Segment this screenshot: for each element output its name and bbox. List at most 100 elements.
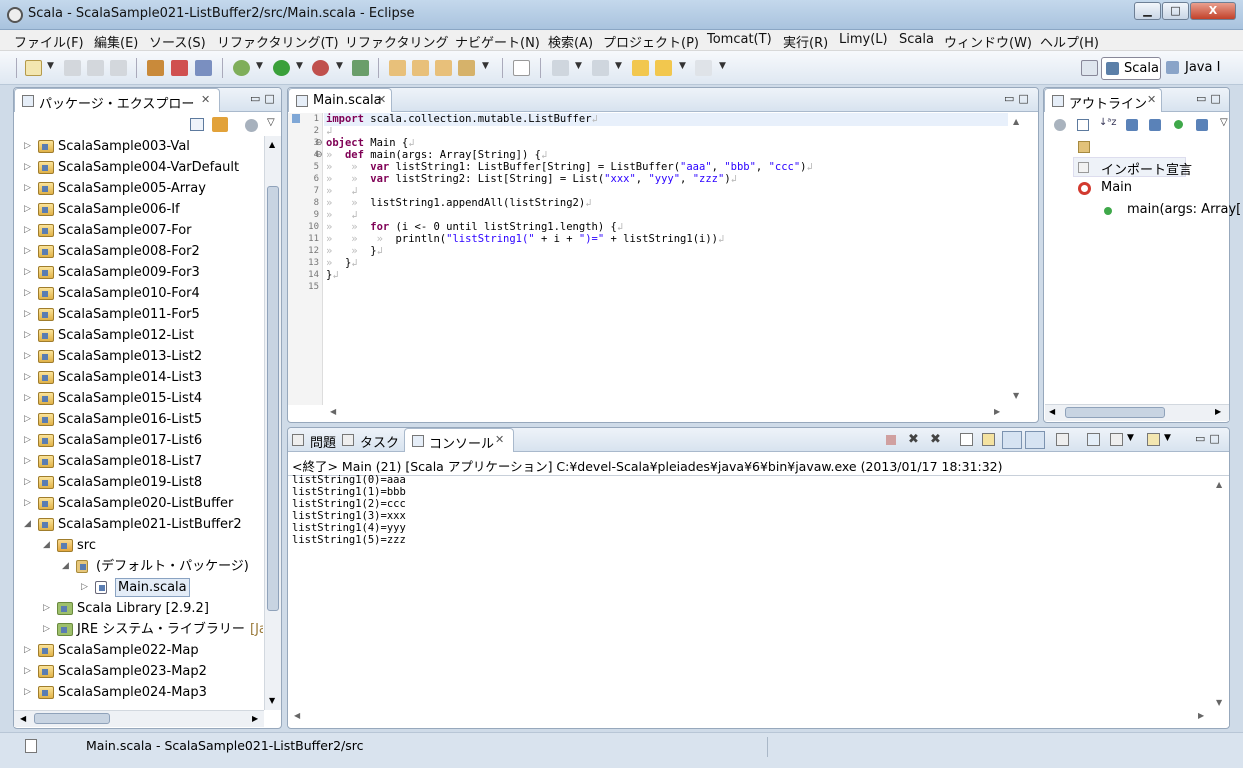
scroll-left-icon[interactable]: ◀	[294, 711, 300, 720]
print-icon[interactable]	[110, 60, 127, 76]
tree-item-project[interactable]: ▷ ScalaSample023-Map2	[14, 661, 263, 682]
show-stderr-icon[interactable]	[1025, 431, 1045, 449]
scroll-right-icon[interactable]: ▶	[1198, 711, 1204, 720]
menu-refactor-2[interactable]: リファクタリング	[345, 32, 448, 51]
pin-console-icon[interactable]	[1056, 433, 1069, 446]
tree-item-project[interactable]: ▷ ScalaSample024-Map3	[14, 682, 263, 703]
expand-icon[interactable]: ▷	[24, 472, 31, 493]
fold-icon[interactable]: ⊖	[315, 150, 323, 160]
collapse-icon[interactable]: ◢	[24, 514, 31, 535]
minimize-maximize-icon[interactable]: ▭□	[1196, 92, 1225, 105]
link-editor-icon[interactable]	[212, 117, 228, 132]
explorer-hscroll-thumb[interactable]	[34, 713, 110, 724]
expand-icon[interactable]: ▷	[24, 262, 31, 283]
scroll-down-icon[interactable]: ▼	[1013, 391, 1019, 400]
tree-item-project[interactable]: ▷ ScalaSample017-List6	[14, 430, 263, 451]
tree-item-project[interactable]: ▷ ScalaSample007-For	[14, 220, 263, 241]
tree-item-project[interactable]: ▷ ScalaSample019-List8	[14, 472, 263, 493]
chevron-down-icon[interactable]: ▼	[482, 61, 489, 71]
open-console-icon[interactable]	[1110, 433, 1123, 446]
chevron-down-icon[interactable]: ▼	[256, 61, 263, 71]
menu-refactor[interactable]: リファクタリング(T)	[217, 32, 339, 51]
menu-edit[interactable]: 編集(E)	[94, 32, 138, 51]
scroll-down-icon[interactable]: ▼	[269, 696, 275, 705]
expand-icon[interactable]: ▷	[24, 346, 31, 367]
javadoc-icon[interactable]	[513, 60, 530, 76]
hide-static-icon[interactable]	[1149, 119, 1161, 131]
scroll-right-icon[interactable]: ▶	[994, 407, 1000, 416]
scroll-lock-icon[interactable]	[982, 433, 995, 446]
minimize-maximize-icon[interactable]: ▭□	[1004, 92, 1033, 105]
expand-icon[interactable]: ▷	[24, 220, 31, 241]
menu-scala[interactable]: Scala	[899, 32, 934, 47]
explorer-horizontal-scrollbar[interactable]: ◀ ▶	[14, 710, 264, 727]
minimize-button[interactable]: ▁	[1134, 2, 1161, 20]
sort-icon[interactable]: ↓ᵃz	[1099, 117, 1117, 128]
fold-icon[interactable]: ⊖	[315, 138, 323, 148]
expand-icon[interactable]: ▷	[24, 178, 31, 199]
terminate-icon[interactable]	[886, 435, 896, 445]
menu-project[interactable]: プロジェクト(P)	[603, 32, 699, 51]
console-vertical-scrollbar[interactable]: ▲ ▼	[1212, 476, 1229, 726]
open-type-icon[interactable]	[389, 60, 406, 76]
tab-outline[interactable]: アウトライン ✕	[1044, 88, 1162, 112]
expand-icon[interactable]: ▷	[24, 367, 31, 388]
perspective-scala[interactable]: Scala	[1101, 57, 1161, 80]
tree-item-project[interactable]: ▷ ScalaSample010-For4	[14, 283, 263, 304]
show-stdout-icon[interactable]	[1002, 431, 1022, 449]
minimize-maximize-icon[interactable]: ▭□	[1195, 432, 1224, 445]
explorer-vertical-scrollbar[interactable]: ▲ ▼	[264, 136, 281, 710]
editor-horizontal-scrollbar[interactable]: ◀ ▶	[324, 405, 1008, 422]
chevron-down-icon[interactable]: ▼	[1164, 433, 1171, 443]
outline-hscroll-thumb[interactable]	[1065, 407, 1165, 418]
display-console-icon[interactable]	[1087, 433, 1100, 446]
tree-item-project[interactable]: ◢ ScalaSample021-ListBuffer2	[14, 514, 263, 535]
chevron-down-icon[interactable]: ▼	[1127, 433, 1134, 443]
last-edit-icon[interactable]	[632, 60, 649, 76]
chevron-down-icon[interactable]: ▼	[575, 61, 582, 71]
clear-console-icon[interactable]	[960, 433, 973, 446]
collapse-all-icon[interactable]	[1077, 119, 1089, 131]
tab-main-scala[interactable]: Main.scala ✕	[288, 88, 392, 112]
external-tools-icon[interactable]	[312, 60, 329, 76]
expand-icon[interactable]: ▷	[24, 157, 31, 178]
outline-horizontal-scrollbar[interactable]: ◀ ▶	[1045, 404, 1229, 421]
tree-item-project[interactable]: ▷ ScalaSample016-List5	[14, 409, 263, 430]
tree-item-src[interactable]: ◢ src	[14, 535, 263, 556]
expand-icon[interactable]: ▷	[24, 682, 31, 703]
tree-item-scala-library[interactable]: ▷ Scala Library [2.9.2]	[14, 598, 263, 619]
tree-item-main-scala[interactable]: ▷ Main.scala	[14, 577, 263, 598]
menu-help[interactable]: ヘルプ(H)	[1040, 32, 1099, 51]
tree-item-project[interactable]: ▷ ScalaSample004-VarDefault	[14, 157, 263, 178]
tree-item-project[interactable]: ▷ ScalaSample005-Array	[14, 178, 263, 199]
outline-item-imports[interactable]: インポート宣言	[1073, 157, 1192, 178]
close-button[interactable]: X	[1190, 2, 1236, 20]
chevron-down-icon[interactable]: ▼	[296, 61, 303, 71]
scroll-up-icon[interactable]: ▲	[1216, 480, 1222, 489]
next-annotation-icon[interactable]	[552, 60, 569, 76]
collapse-icon[interactable]: ◢	[62, 556, 69, 577]
collapse-icon[interactable]: ◢	[43, 535, 50, 556]
tree-item-project[interactable]: ▷ ScalaSample012-List	[14, 325, 263, 346]
tree-item-project[interactable]: ▷ ScalaSample020-ListBuffer	[14, 493, 263, 514]
tab-console[interactable]: コンソール ✕	[404, 428, 514, 452]
wand-icon[interactable]	[458, 60, 475, 76]
expand-icon[interactable]: ▷	[81, 577, 88, 598]
forward-icon[interactable]	[695, 60, 712, 76]
scroll-left-icon[interactable]: ◀	[20, 714, 26, 723]
hide-local-icon[interactable]	[1196, 119, 1208, 131]
chevron-down-icon[interactable]: ▼	[719, 61, 726, 71]
tree-item-project[interactable]: ▷ ScalaSample003-Val	[14, 136, 263, 157]
expand-icon[interactable]: ▷	[24, 661, 31, 682]
menu-limy[interactable]: Limy(L)	[839, 32, 888, 47]
close-icon[interactable]: ✕	[495, 433, 504, 446]
expand-icon[interactable]: ▷	[43, 619, 50, 640]
tomcat-icon[interactable]	[352, 60, 369, 76]
tree-item-project[interactable]: ▷ ScalaSample022-Map	[14, 640, 263, 661]
expand-icon[interactable]: ▷	[24, 493, 31, 514]
filter-icon[interactable]	[1054, 119, 1066, 131]
scroll-right-icon[interactable]: ▶	[252, 714, 258, 723]
expand-icon[interactable]: ▷	[24, 451, 31, 472]
scroll-up-icon[interactable]: ▲	[269, 140, 275, 149]
scroll-up-icon[interactable]: ▲	[1013, 117, 1019, 126]
